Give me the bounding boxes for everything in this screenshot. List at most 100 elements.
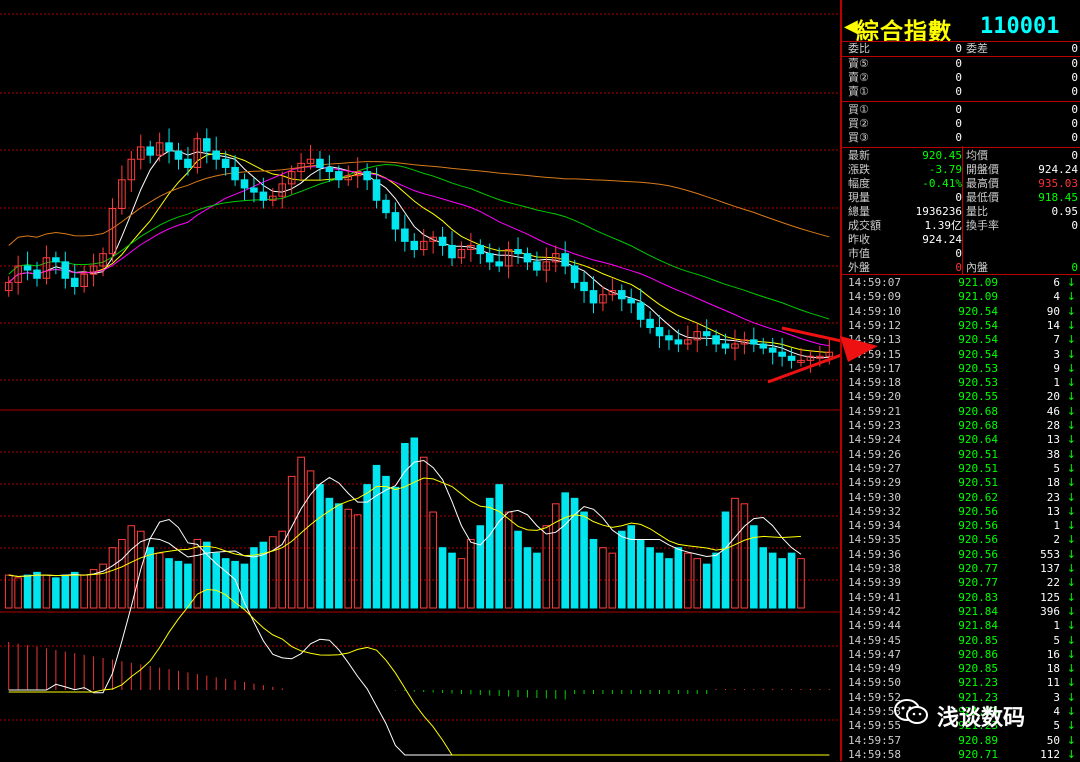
volume-bar-up [551,503,560,609]
tick-price: 920.64 [958,433,998,447]
quote-row: 賣② 0 0 [842,71,1080,85]
quote-value: 0 [1071,149,1078,162]
candle-down [514,249,522,255]
quote-value: -3.79 [928,163,962,176]
tick-price: 920.68 [958,404,998,418]
chart-grid [0,13,840,721]
tick-volume: 11 [1046,676,1060,690]
tick-volume: 20 [1046,390,1060,404]
candle-down [533,261,541,271]
candle-down [665,335,673,341]
tick-row: 14:59:42 921.84 396 ↓ [842,605,1080,619]
tick-row: 14:59:57 920.89 50 ↓ [842,734,1080,748]
tick-price: 920.56 [958,547,998,561]
candle-down [184,158,192,168]
tick-row: 14:59:36 920.56 553 ↓ [842,548,1080,562]
tick-row: 14:59:47 920.86 16 ↓ [842,648,1080,662]
tick-volume: 5 [1053,633,1060,647]
quote-value: 918.45 [1038,191,1078,204]
volume-bar-down [523,547,532,609]
quote-label: 買③ [848,131,869,144]
tick-price: 920.85 [958,662,998,676]
quote-label: 賣① [848,85,869,98]
volume-bars [4,437,805,609]
tick-time: 14:59:18 [848,376,901,390]
tick-price: 920.51 [958,461,998,475]
down-arrow-icon: ↓ [1066,390,1076,404]
tick-time: 14:59:12 [848,318,901,332]
tick-price: 921.84 [958,604,998,618]
volume-bar-down [174,560,183,609]
tick-time: 14:59:36 [848,547,901,561]
tick-time: 14:59:57 [848,733,901,747]
tick-volume: 38 [1046,447,1060,461]
quote-value: 0 [1071,219,1078,232]
quote-row: 委比 0 委差 0 [842,42,1080,56]
tick-volume: 1 [1053,519,1060,533]
quote-label: 市值 [848,247,870,260]
volume-bar-down [759,547,768,609]
tick-volume: 16 [1046,647,1060,661]
tick-price: 920.54 [958,318,998,332]
candle-down [23,265,32,271]
tick-volume: 4 [1053,290,1060,304]
candle-down [750,339,758,345]
down-arrow-icon: ↓ [1066,290,1076,304]
tick-row: 14:59:49 920.85 18 ↓ [842,662,1080,676]
tick-row: 14:59:10 920.54 90 ↓ [842,305,1080,319]
quote-value: 935.03 [1038,177,1078,190]
candle-down [33,269,41,279]
quote-value: 0 [955,191,962,204]
down-arrow-icon: ↓ [1066,461,1076,475]
tick-time: 14:59:44 [848,619,901,633]
volume-bar-down [61,574,70,609]
down-arrow-icon: ↓ [1066,547,1076,561]
down-arrow-icon: ↓ [1066,447,1076,461]
volume-bar-down [617,530,626,609]
volume-bar-down [33,571,41,609]
quote-label: 賣② [848,71,869,84]
down-arrow-icon: ↓ [1066,318,1076,332]
candle-down [325,166,334,173]
tick-volume: 14 [1046,318,1060,332]
down-arrow-icon: ↓ [1066,490,1076,504]
tick-volume: 5 [1053,461,1060,475]
down-arrow-icon: ↓ [1066,690,1076,704]
tick-price: 920.55 [958,390,998,404]
quote-label: 外盤 [848,261,870,274]
down-arrow-icon: ↓ [1066,276,1076,289]
tick-volume: 3 [1053,690,1060,704]
tick-time: 14:59:45 [848,633,901,647]
tick-volume: 137 [1040,562,1060,575]
tick-row: 14:59:38 920.77 137 ↓ [842,562,1080,576]
down-arrow-icon: ↓ [1066,347,1076,361]
tick-volume: 396 [1040,604,1060,618]
tick-volume: 4 [1053,705,1060,718]
tick-row: 14:59:50 921.23 11 ↓ [842,676,1080,690]
tick-time: 14:59:49 [848,662,901,676]
volume-bar-down [70,571,79,609]
kline-chart[interactable] [0,0,840,761]
quote-value: 0 [1071,117,1078,130]
tick-time: 14:59:29 [848,476,901,490]
quote-value: 0 [1071,85,1078,98]
candle-down [363,171,371,181]
quote-label: 昨收 [848,233,870,246]
tick-price: 921.09 [958,276,998,289]
candle-down [448,244,456,259]
volume-bar-down [410,437,419,609]
volume-bar-down [702,563,711,609]
tick-time: 14:59:30 [848,490,901,504]
volume-bar-down [221,558,230,609]
tick-volume: 9 [1053,361,1060,375]
volume-bar-up [740,503,749,609]
quote-value: 1.39亿 [924,219,963,232]
tick-volume: 23 [1046,490,1060,504]
tick-time: 14:59:32 [848,504,901,518]
tick-price: 920.89 [958,733,998,747]
volume-bar-up [504,511,513,609]
ma-line-20 [8,166,830,347]
quote-row: 成交額 1.39亿 換手率 0 [842,219,1080,233]
tick-volume: 13 [1046,504,1060,518]
volume-bar-up [108,547,117,609]
